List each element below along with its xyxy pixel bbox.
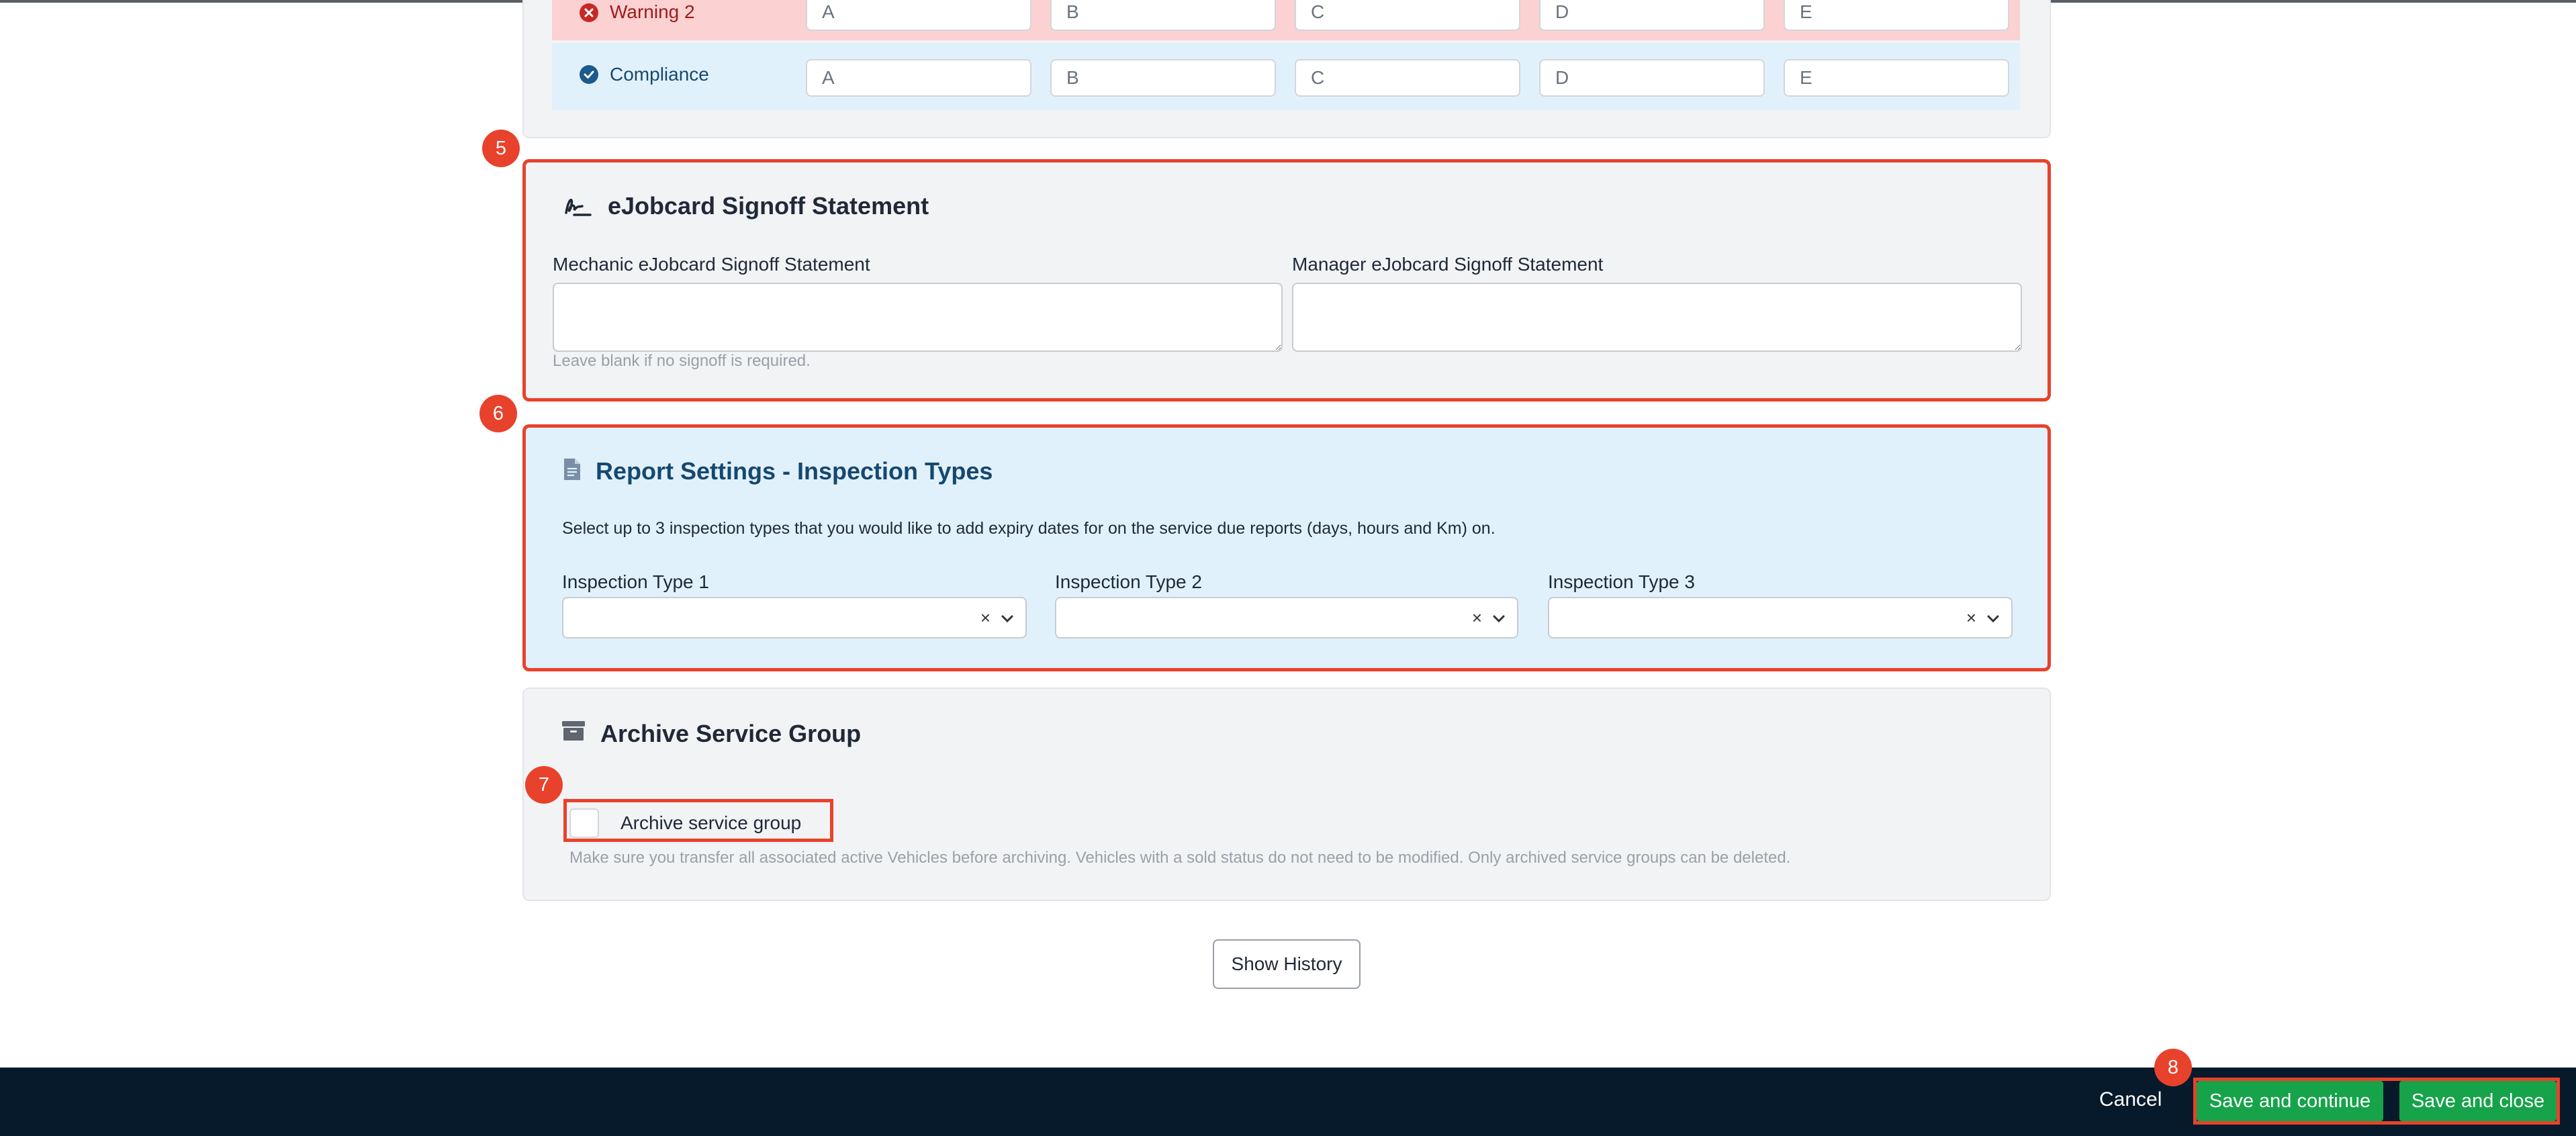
archive-checkbox-highlight (563, 799, 833, 842)
inspection-type-3-label: Inspection Type 3 (1548, 571, 1695, 592)
report-settings-section: Report Settings - Inspection Types Selec… (522, 424, 2051, 671)
warning-2-row: Warning 2 (552, 0, 2020, 40)
cancel-link[interactable]: Cancel (2099, 1088, 2162, 1111)
inspection-type-1-label: Inspection Type 1 (562, 571, 709, 592)
step-badge-8: 8 (2154, 1049, 2192, 1086)
manager-signoff-label: Manager eJobcard Signoff Statement (1292, 254, 1604, 275)
section-title: Archive Service Group (600, 720, 862, 747)
cell-input-d[interactable] (1539, 59, 1765, 97)
chevron-down-icon[interactable] (1984, 610, 2002, 628)
cell-input-a[interactable] (806, 59, 1031, 97)
inspection-type-2-select[interactable]: × (1055, 597, 1518, 638)
cell-input-a[interactable] (806, 0, 1031, 31)
row-label: Warning 2 (610, 1, 695, 22)
clear-icon[interactable]: × (1472, 609, 1482, 626)
clear-icon[interactable]: × (1966, 609, 1976, 626)
section-title: eJobcard Signoff Statement (608, 192, 929, 220)
signoff-help-text: Leave blank if no signoff is required. (553, 352, 811, 370)
save-and-continue-button[interactable]: Save and continue (2197, 1081, 2383, 1121)
chevron-down-icon[interactable] (999, 610, 1016, 628)
compliance-row: Compliance (552, 43, 2020, 110)
document-icon (563, 457, 582, 485)
archive-box-icon (561, 720, 586, 745)
show-history-button[interactable]: Show History (1213, 939, 1361, 989)
row-label: Compliance (610, 64, 709, 85)
archive-section: Archive Service Group Archive service gr… (522, 688, 2051, 901)
cell-input-b[interactable] (1050, 59, 1276, 97)
archive-help-text: Make sure you transfer all associated ac… (569, 849, 1791, 867)
mechanic-signoff-label: Mechanic eJobcard Signoff Statement (553, 254, 870, 275)
chevron-down-icon[interactable] (1490, 610, 1508, 628)
step-badge-7: 7 (525, 766, 563, 804)
footer-bar: Cancel Save and continue Save and close (0, 1068, 2576, 1136)
clear-icon[interactable]: × (980, 609, 991, 626)
cell-input-c[interactable] (1295, 59, 1520, 97)
signoff-section: eJobcard Signoff Statement Mechanic eJob… (522, 159, 2051, 401)
save-and-close-button[interactable]: Save and close (2399, 1081, 2557, 1121)
inspection-type-3-select[interactable]: × (1548, 597, 2013, 638)
step-badge-5: 5 (482, 130, 520, 167)
mechanic-signoff-textarea[interactable] (553, 283, 1283, 352)
manager-signoff-textarea[interactable] (1292, 283, 2022, 352)
cell-input-e[interactable] (1784, 59, 2009, 97)
signature-icon (562, 193, 592, 223)
cell-input-d[interactable] (1539, 0, 1765, 31)
inspection-type-2-label: Inspection Type 2 (1055, 571, 1202, 592)
step-badge-6: 6 (479, 395, 517, 432)
report-settings-description: Select up to 3 inspection types that you… (562, 519, 1496, 538)
error-circle-icon (579, 3, 599, 26)
cell-input-e[interactable] (1784, 0, 2009, 31)
cell-input-c[interactable] (1295, 0, 1520, 31)
inspection-type-1-select[interactable]: × (562, 597, 1027, 638)
cell-input-b[interactable] (1050, 0, 1276, 31)
section-title: Report Settings - Inspection Types (596, 457, 993, 485)
check-circle-icon (579, 64, 599, 88)
